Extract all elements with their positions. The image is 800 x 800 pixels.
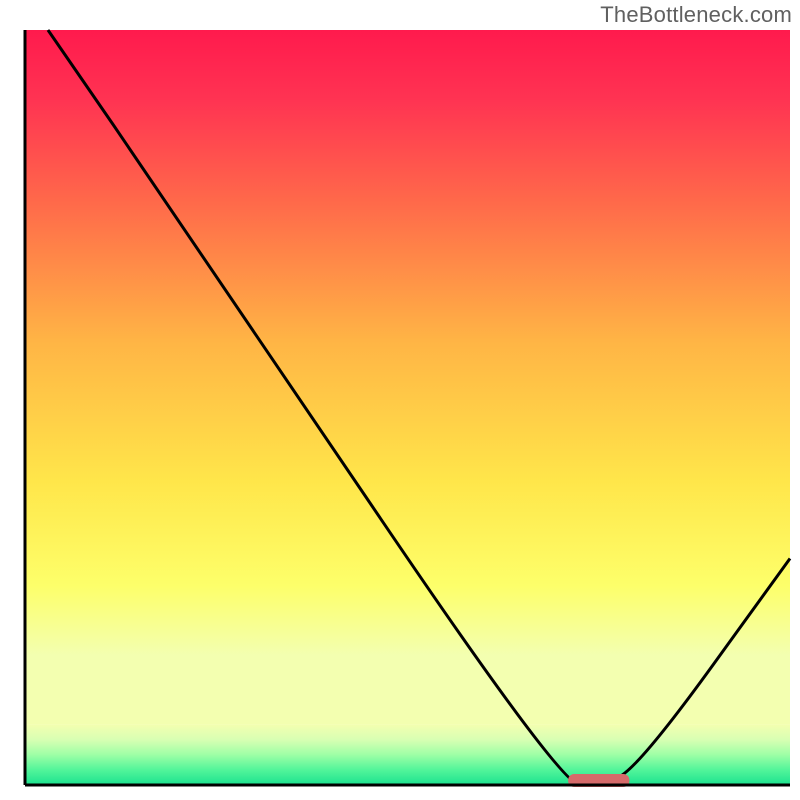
bottleneck-chart [0,0,800,800]
chart-background-bottom-band [25,725,790,785]
chart-background-main [25,30,790,725]
chart-stage: TheBottleneck.com [0,0,800,800]
